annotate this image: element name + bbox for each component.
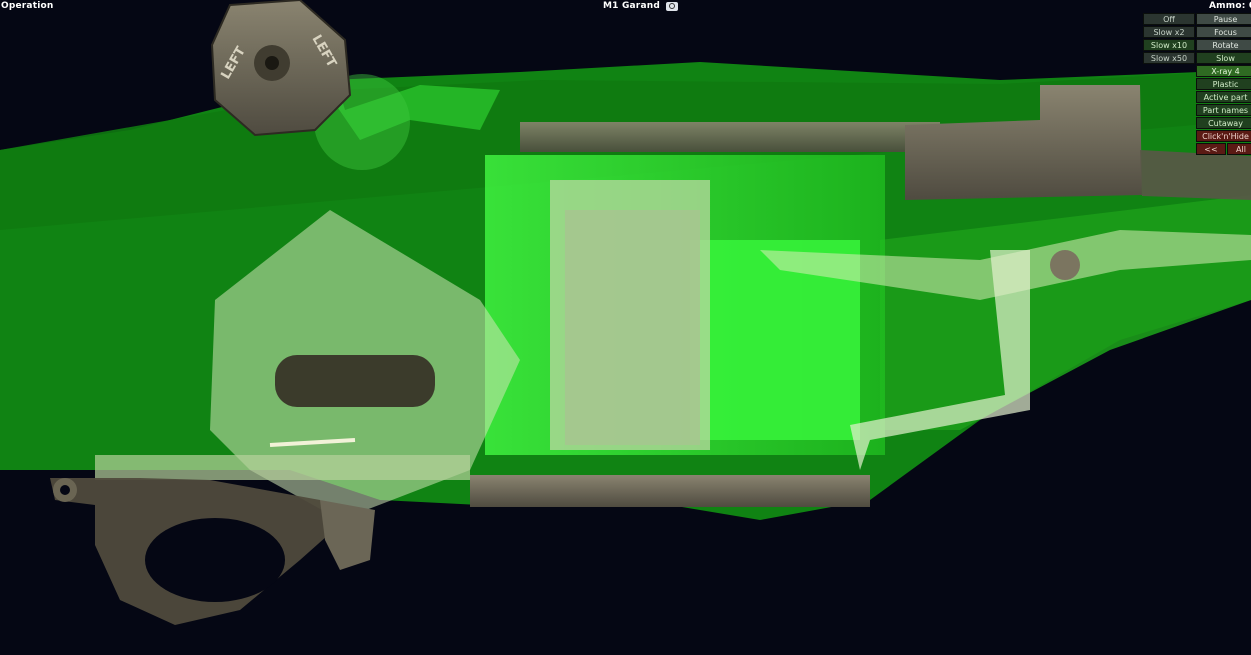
xray-button[interactable]: X-ray 4 [1196,65,1251,77]
safety-lever [320,500,375,570]
focus-button[interactable]: Focus [1196,26,1251,38]
click-n-hide-button[interactable]: Click'n'Hide [1196,130,1251,142]
title-bar: M1 Garand [603,1,678,11]
camera-icon[interactable] [665,1,678,11]
cutaway-button[interactable]: Cutaway [1196,117,1251,129]
rotate-button[interactable]: Rotate [1196,39,1251,51]
mainspring [275,355,435,407]
speed-slow-x2-button[interactable]: Slow x2 [1143,26,1195,38]
magazine-floor [470,475,870,507]
model-title: M1 Garand [603,1,660,11]
part-names-button[interactable]: Part names [1196,104,1251,116]
ammo-counter: Ammo: 0/ [1209,1,1251,11]
trigger-guard-opening [145,518,285,602]
guard-pivot-hole [60,485,70,495]
barrel-top [520,122,940,152]
plastic-button[interactable]: Plastic [1196,78,1251,90]
barrel-end [1140,150,1251,200]
nav-prev-button[interactable]: << [1196,143,1226,155]
speed-slow-x50-button[interactable]: Slow x50 [1143,52,1195,64]
follower-pivot [1050,250,1080,280]
slow-button[interactable]: Slow [1196,52,1251,64]
mode-label: Operation [1,1,54,11]
show-all-button[interactable]: All [1227,143,1251,155]
active-part-button[interactable]: Active part [1196,91,1251,103]
speed-off-button[interactable]: Off [1143,13,1195,25]
rifle-cutaway-scene[interactable]: LEFT LEFT [0,0,1251,655]
pause-button[interactable]: Pause [1196,13,1251,25]
trigger-housing [95,455,470,480]
speed-slow-x10-button[interactable]: Slow x10 [1143,39,1195,51]
clip-body [565,210,700,445]
